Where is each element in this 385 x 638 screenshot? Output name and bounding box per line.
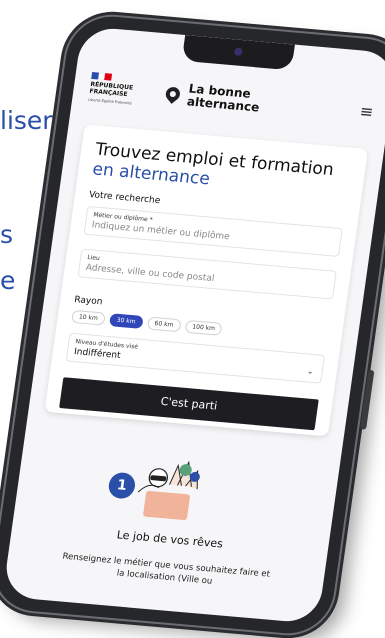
location-pin-icon — [162, 84, 183, 104]
rayon-chip-30[interactable]: 30 km — [108, 312, 144, 329]
step-title: Le job de vos rêves — [115, 528, 224, 551]
rayon-chip-60[interactable]: 60 km — [146, 316, 182, 333]
lieu-field[interactable]: Lieu Adresse, ville ou code postal — [77, 248, 337, 300]
chevron-down-icon: ⌄ — [306, 366, 315, 376]
hamburger-menu-icon[interactable]: ≡ — [359, 101, 375, 121]
french-flag-icon — [91, 72, 113, 81]
republique-francaise-logo: RÉPUBLIQUE FRANÇAISE Liberté Égalité Fra… — [88, 72, 162, 107]
background-text-line2: s — [0, 220, 14, 249]
submit-button[interactable]: C'est parti — [59, 376, 319, 431]
rayon-chip-100[interactable]: 100 km — [184, 319, 223, 336]
step-description: Renseignez le métier que vous souhaitez … — [61, 551, 271, 587]
step-illustration: 1 — [104, 450, 223, 529]
background-text-line1: liser — [0, 106, 53, 135]
phone-device: RÉPUBLIQUE FRANÇAISE Liberté Égalité Fra… — [0, 13, 385, 637]
la-bonne-alternance-logo[interactable]: La bonne alternance — [162, 80, 262, 115]
rayon-chip-10[interactable]: 10 km — [71, 309, 106, 326]
search-card: Trouvez emploi et formation en alternanc… — [44, 124, 369, 437]
background-text-line3: e — [0, 266, 16, 295]
